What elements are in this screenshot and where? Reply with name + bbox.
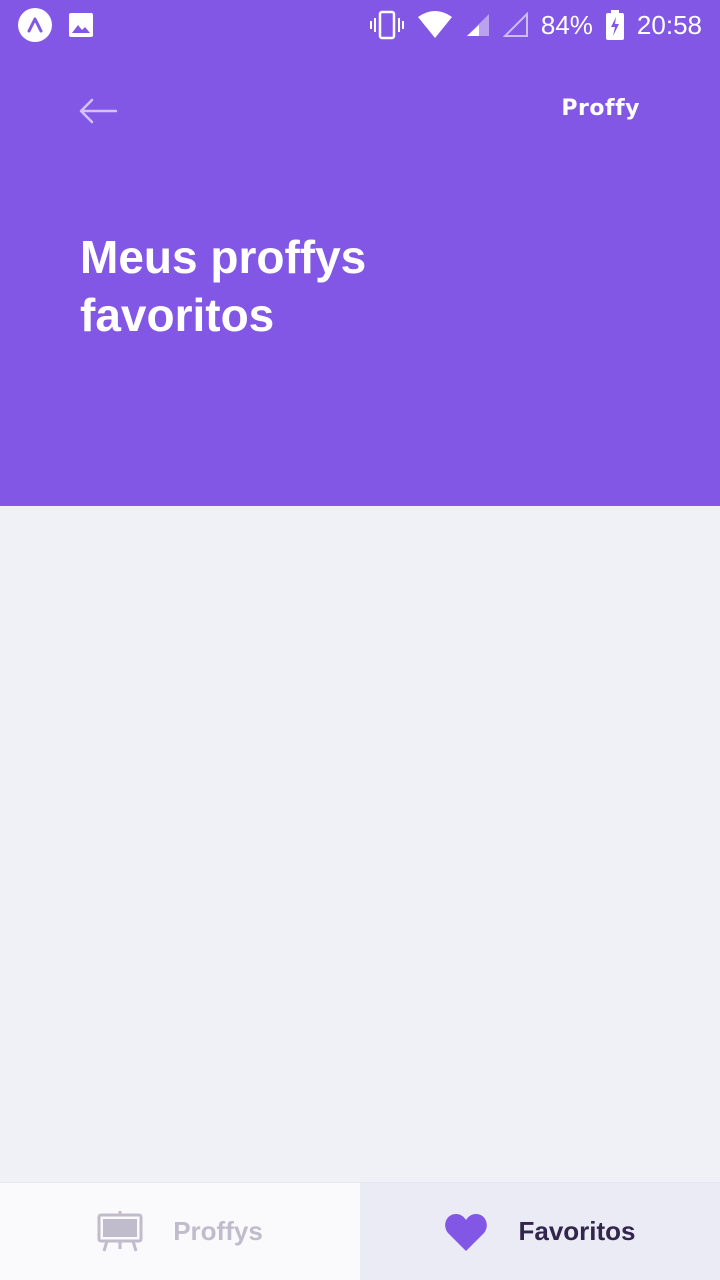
tab-proffys-label: Proffys: [173, 1216, 263, 1246]
status-bar: 84% 20:58: [0, 0, 720, 50]
tab-favoritos[interactable]: Favoritos: [360, 1183, 720, 1280]
page-title-line2: favoritos: [80, 289, 275, 341]
status-right: 84% 20:58: [369, 10, 702, 41]
vibrate-icon: [369, 10, 405, 40]
signal-icon: [465, 12, 491, 38]
page-title-line1: Meus proffys: [80, 231, 367, 283]
proffy-logo: Proffy: [561, 96, 640, 121]
tab-proffys[interactable]: Proffys: [0, 1183, 360, 1280]
expo-icon: [18, 8, 52, 42]
tab-favoritos-label: Favoritos: [518, 1216, 636, 1246]
page-title: Meus proffys favoritos: [80, 228, 440, 344]
signal-empty-icon: [502, 12, 529, 38]
wifi-icon: [417, 11, 453, 39]
heart-icon: [444, 1212, 488, 1252]
battery-charging-icon: [605, 10, 625, 40]
easel-icon: [97, 1210, 143, 1253]
back-button[interactable]: [78, 94, 118, 128]
image-icon: [68, 12, 94, 38]
arrow-left-icon: [78, 97, 118, 125]
battery-percent: 84%: [540, 9, 593, 40]
status-left: [18, 8, 94, 42]
favorites-list: [0, 506, 720, 1182]
clock: 20:58: [636, 9, 702, 40]
page-header: Proffy Meus proffys favoritos: [0, 50, 720, 506]
bottom-tab-bar: Proffys Favoritos: [0, 1182, 720, 1280]
